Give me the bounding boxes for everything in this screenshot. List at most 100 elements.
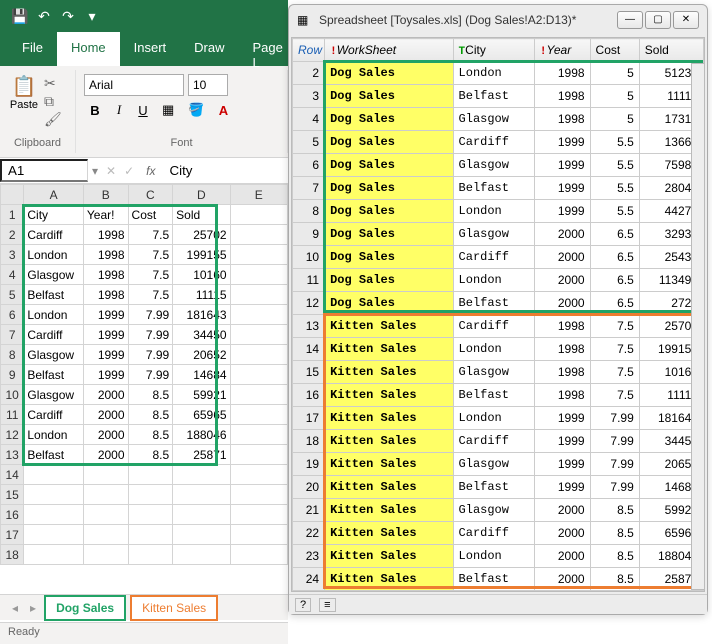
worksheet-cell[interactable]: Kitten Sales — [325, 384, 453, 407]
worksheet-cell[interactable]: Dog Sales — [325, 108, 453, 131]
cell[interactable] — [173, 525, 230, 545]
paste-button[interactable]: 📋 Paste — [8, 74, 40, 111]
cost-cell[interactable]: 6.5 — [590, 269, 639, 292]
city-cell[interactable]: London — [453, 200, 534, 223]
col-header-worksheet[interactable]: !WorkSheet — [325, 39, 453, 62]
sheet-tab-kitten-sales[interactable]: Kitten Sales — [130, 595, 218, 621]
table-row[interactable]: 23Kitten SalesLondon20008.5188046 — [293, 545, 704, 568]
year-cell[interactable]: 1998 — [534, 361, 590, 384]
tab-nav-next[interactable]: ▸ — [26, 601, 40, 615]
worksheet-cell[interactable]: Kitten Sales — [325, 315, 453, 338]
cell[interactable] — [128, 525, 173, 545]
cell[interactable] — [24, 525, 84, 545]
row-header-11[interactable]: 11 — [1, 405, 24, 425]
year-cell[interactable]: 1999 — [534, 430, 590, 453]
year-cell[interactable]: 1998 — [534, 384, 590, 407]
cell[interactable]: 1999 — [83, 345, 128, 365]
table-row[interactable]: 13Kitten SalesCardiff19987.525702 — [293, 315, 704, 338]
cell[interactable] — [230, 245, 287, 265]
cell[interactable] — [24, 505, 84, 525]
cell[interactable]: 20652 — [173, 345, 230, 365]
cell[interactable] — [128, 485, 173, 505]
city-cell[interactable]: Belfast — [453, 476, 534, 499]
table-row[interactable]: 8Dog SalesLondon19995.544271 — [293, 200, 704, 223]
minimize-button[interactable]: — — [617, 11, 643, 29]
tab-file[interactable]: File — [8, 32, 57, 66]
table-row[interactable]: 18Kitten SalesCardiff19997.9934450 — [293, 430, 704, 453]
cell[interactable] — [230, 325, 287, 345]
worksheet-cell[interactable]: Kitten Sales — [325, 407, 453, 430]
cell[interactable] — [230, 265, 287, 285]
col-header-sold[interactable]: Sold — [639, 39, 703, 62]
cost-cell[interactable]: 6.5 — [590, 246, 639, 269]
city-cell[interactable]: Belfast — [453, 177, 534, 200]
help-button[interactable]: ? — [295, 598, 311, 612]
cell[interactable]: 2000 — [83, 425, 128, 445]
cell[interactable] — [230, 345, 287, 365]
year-cell[interactable]: 2000 — [534, 269, 590, 292]
data-grid[interactable]: Row!WorkSheetTCity!YearCostSold2Dog Sale… — [291, 37, 705, 592]
worksheet-cell[interactable]: Dog Sales — [325, 223, 453, 246]
view-mode-button[interactable]: ≡ — [319, 598, 335, 612]
copy-icon[interactable]: ⧉ — [44, 92, 62, 110]
sheet-tab-dog-sales[interactable]: Dog Sales — [44, 595, 126, 621]
cell[interactable]: 181643 — [173, 305, 230, 325]
city-cell[interactable]: Belfast — [453, 568, 534, 591]
row-header-15[interactable]: 15 — [1, 485, 24, 505]
cell[interactable]: 10160 — [173, 265, 230, 285]
bold-button[interactable]: B — [84, 101, 106, 120]
col-header-row[interactable]: Row — [293, 39, 325, 62]
cell[interactable] — [230, 305, 287, 325]
cell[interactable] — [24, 465, 84, 485]
cell[interactable]: 1999 — [83, 305, 128, 325]
city-cell[interactable]: Cardiff — [453, 522, 534, 545]
font-size-select[interactable] — [188, 74, 228, 96]
city-cell[interactable]: Belfast — [453, 384, 534, 407]
row-header-7[interactable]: 7 — [1, 325, 24, 345]
cost-cell[interactable]: 7.5 — [590, 384, 639, 407]
city-cell[interactable]: Cardiff — [453, 315, 534, 338]
table-row[interactable]: 20Kitten SalesBelfast19997.9914684 — [293, 476, 704, 499]
cell[interactable]: City — [24, 205, 84, 225]
city-cell[interactable]: Glasgow — [453, 108, 534, 131]
cell[interactable]: 1998 — [83, 225, 128, 245]
vertical-scrollbar[interactable] — [691, 63, 705, 590]
year-cell[interactable]: 1998 — [534, 108, 590, 131]
worksheet-cell[interactable]: Dog Sales — [325, 177, 453, 200]
row-header-10[interactable]: 10 — [1, 385, 24, 405]
col-header-A[interactable]: A — [24, 185, 84, 205]
year-cell[interactable]: 1999 — [534, 407, 590, 430]
cell[interactable]: 7.5 — [128, 225, 173, 245]
cell[interactable]: Cost — [128, 205, 173, 225]
cell[interactable] — [173, 545, 230, 565]
tab-home[interactable]: Home — [57, 32, 120, 66]
row-header-12[interactable]: 12 — [1, 425, 24, 445]
format-painter-icon[interactable]: 🖌 — [44, 110, 62, 128]
cell[interactable] — [230, 225, 287, 245]
worksheet-cell[interactable]: Dog Sales — [325, 131, 453, 154]
row-header-9[interactable]: 9 — [1, 365, 24, 385]
table-row[interactable]: 2Dog SalesLondon1998551237 — [293, 62, 704, 85]
cost-cell[interactable]: 5 — [590, 85, 639, 108]
cost-cell[interactable]: 7.5 — [590, 315, 639, 338]
table-row[interactable]: 19Kitten SalesGlasgow19997.9920652 — [293, 453, 704, 476]
cost-cell[interactable]: 7.99 — [590, 430, 639, 453]
cell[interactable]: Cardiff — [24, 405, 84, 425]
cell[interactable] — [230, 205, 287, 225]
cell[interactable]: Cardiff — [24, 225, 84, 245]
row-header-4[interactable]: 4 — [1, 265, 24, 285]
redo-icon[interactable]: ↷ — [56, 4, 80, 28]
expand-formula-icon[interactable]: ▾ — [88, 164, 102, 178]
worksheet-cell[interactable]: Dog Sales — [325, 292, 453, 315]
year-cell[interactable]: 2000 — [534, 499, 590, 522]
cell[interactable] — [230, 545, 287, 565]
cost-cell[interactable]: 6.5 — [590, 223, 639, 246]
cell[interactable] — [83, 465, 128, 485]
row-header-18[interactable]: 18 — [1, 545, 24, 565]
worksheet-cell[interactable]: Dog Sales — [325, 269, 453, 292]
cell[interactable] — [230, 525, 287, 545]
cell[interactable] — [230, 505, 287, 525]
cancel-formula-icon[interactable]: ✕ — [102, 164, 120, 178]
cell[interactable] — [83, 545, 128, 565]
cell[interactable]: 7.99 — [128, 325, 173, 345]
